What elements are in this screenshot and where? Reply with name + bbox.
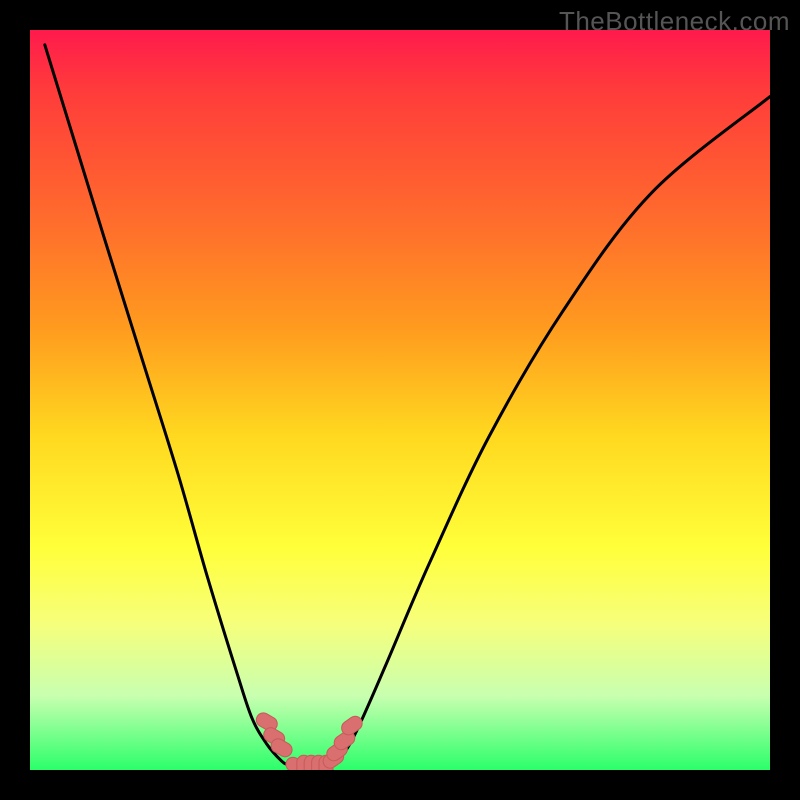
- series-left-curve: [45, 45, 297, 769]
- outer-frame: TheBottleneck.com: [0, 0, 800, 800]
- series-right-curve: [326, 97, 770, 769]
- plot-area: [30, 30, 770, 770]
- chart-svg: [30, 30, 770, 770]
